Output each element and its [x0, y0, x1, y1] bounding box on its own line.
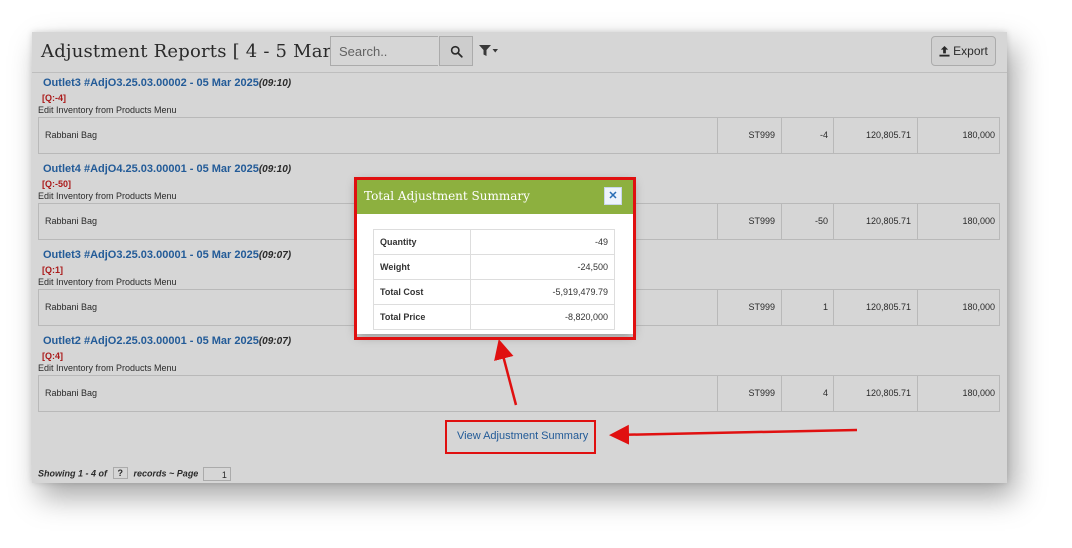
annotation-box-modal	[354, 177, 636, 340]
annotation-box-view-link	[445, 420, 596, 454]
